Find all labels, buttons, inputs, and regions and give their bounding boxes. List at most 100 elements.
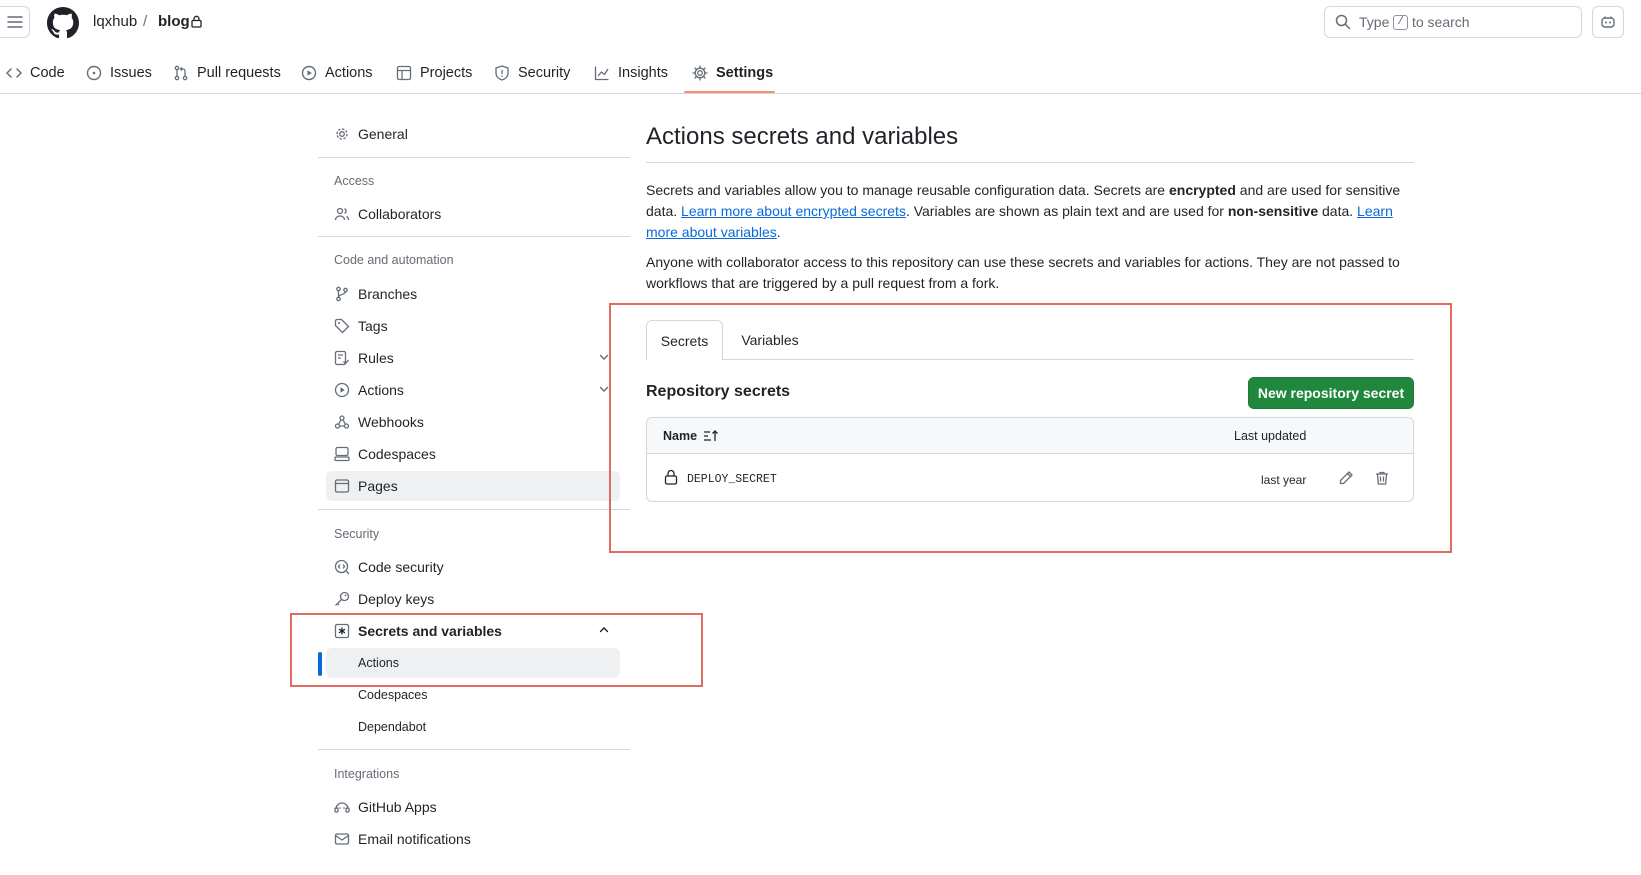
sidebar-item-general[interactable]: General (326, 119, 620, 149)
tab-insights[interactable]: Insights (594, 52, 668, 94)
description-emphasis: non-sensitive (1227, 203, 1319, 219)
play-icon (334, 382, 350, 398)
copilot-button[interactable] (1592, 6, 1624, 38)
issue-icon (86, 65, 102, 81)
webhook-icon (334, 415, 350, 429)
gear-icon (336, 128, 348, 140)
gear-icon (692, 65, 708, 81)
copilot-icon (1601, 16, 1615, 28)
branch-icon (336, 286, 348, 302)
sidebar-item-code-security[interactable]: Code security (326, 552, 620, 582)
tab-settings-label: Settings (716, 65, 774, 81)
breadcrumb-separator: / (143, 13, 148, 30)
sidebar-item-label: Webhooks (358, 414, 424, 430)
sidebar-item-label: Code security (358, 559, 444, 575)
codescan-icon (334, 559, 350, 575)
sidebar-item-email-notifications[interactable]: Email notifications (326, 824, 620, 854)
browser-icon (334, 479, 350, 493)
sidebar-item-label: GitHub Apps (358, 799, 437, 815)
tag-icon (334, 318, 350, 334)
tab-issues-label: Issues (110, 65, 152, 81)
description-text: . (776, 224, 781, 240)
tab-security[interactable]: Security (494, 52, 570, 94)
sidebar-divider (318, 749, 630, 750)
description-text: . Variables are shown as plain text and … (905, 203, 1228, 219)
sidebar-divider (318, 236, 630, 237)
menu-button[interactable] (0, 6, 30, 38)
sidebar-item-label: Tags (358, 318, 388, 334)
private-lock-icon (191, 15, 202, 28)
hamburger-icon (6, 16, 23, 28)
title-divider (646, 162, 1414, 163)
tab-pull-requests[interactable]: Pull requests (173, 52, 281, 94)
sidebar-item-github-apps[interactable]: GitHub Apps (326, 792, 620, 822)
sidebar-item-label: Collaborators (358, 206, 442, 222)
sidebar-heading-integrations: Integrations (334, 767, 400, 781)
mail-icon (334, 833, 350, 845)
sidebar-item-actions[interactable]: Actions (326, 375, 620, 405)
description-emphasis: encrypted (1168, 182, 1236, 198)
sidebar-divider (318, 509, 630, 510)
codespaces-icon (334, 446, 350, 462)
sidebar-item-rules[interactable]: Rules (326, 343, 620, 373)
sidebar-item-label: Actions (358, 382, 404, 398)
search-placeholder-prefix: Type (1359, 14, 1390, 30)
rules-icon (334, 350, 349, 366)
github-logo-icon[interactable] (47, 7, 79, 39)
tab-actions-label: Actions (325, 65, 373, 81)
description-text: Secrets and variables allow you to manag… (646, 182, 1169, 198)
tab-actions[interactable]: Actions (301, 52, 373, 94)
description-paragraph: Secrets and variables allow you to manag… (646, 180, 1414, 243)
sidebar-item-tags[interactable]: Tags (326, 311, 620, 341)
highlight-box-secrets-panel (609, 303, 1452, 553)
tab-projects-label: Projects (420, 65, 473, 81)
page-title: Actions secrets and variables (646, 123, 959, 150)
search-icon (1335, 14, 1351, 30)
apps-icon (334, 802, 350, 813)
search-placeholder-suffix: to search (1411, 14, 1470, 30)
key-icon (335, 591, 350, 606)
breadcrumb-repo[interactable]: blog (158, 13, 190, 30)
sidebar-item-label: Rules (358, 350, 394, 366)
shield-icon (495, 65, 509, 81)
repo-tabs: Code Issues Pull requests Actions Projec… (0, 52, 1641, 94)
search-input[interactable]: Type / to search (1324, 6, 1582, 38)
sidebar-item-label: Email notifications (358, 831, 471, 847)
sidebar-divider (318, 157, 630, 158)
sidebar-item-branches[interactable]: Branches (326, 279, 620, 309)
sidebar-item-label: Dependabot (358, 720, 427, 734)
highlight-box-sidebar-secrets (290, 613, 703, 687)
tab-projects[interactable]: Projects (396, 52, 472, 94)
sidebar-item-label: General (358, 126, 408, 142)
tab-issues[interactable]: Issues (86, 52, 152, 94)
top-bar: lqxhub / blog Type / to search (0, 0, 1641, 46)
sidebar-item-pages[interactable]: Pages (326, 471, 620, 501)
sidebar-subitem-dependabot[interactable]: Dependabot (326, 712, 620, 742)
repo-header: lqxhub / blog Type / to search Code Issu… (0, 0, 1641, 94)
sidebar-item-collaborators[interactable]: Collaborators (326, 199, 620, 229)
sidebar-item-label: Deploy keys (358, 591, 435, 607)
sidebar-item-webhooks[interactable]: Webhooks (326, 407, 620, 437)
tab-insights-label: Insights (618, 65, 668, 81)
tab-code[interactable]: Code (6, 52, 65, 94)
sidebar-item-codespaces[interactable]: Codespaces (326, 439, 620, 469)
pull-request-icon (174, 65, 188, 81)
learn-more-encrypted-secrets-link[interactable]: Learn more about encrypted secrets (681, 203, 906, 219)
tab-pull-requests-label: Pull requests (197, 65, 281, 81)
sidebar-heading-code-automation: Code and automation (334, 253, 454, 267)
sidebar-item-label: Codespaces (358, 688, 428, 702)
breadcrumb-owner[interactable]: lqxhub (93, 13, 137, 30)
play-icon (301, 65, 317, 81)
sidebar-heading-security: Security (334, 527, 380, 541)
active-tab-indicator (684, 91, 775, 93)
tab-settings[interactable]: Settings (692, 52, 773, 94)
sidebar-item-label: Branches (358, 286, 418, 302)
sidebar-item-label: Codespaces (358, 446, 436, 462)
search-shortcut-key: / (1393, 14, 1408, 30)
tab-security-label: Security (518, 65, 571, 81)
sidebar-item-label: Pages (358, 478, 398, 494)
table-icon (396, 65, 412, 81)
sidebar-item-deploy-keys[interactable]: Deploy keys (326, 584, 620, 614)
graph-icon (594, 66, 609, 81)
collaborator-note: Anyone with collaborator access to this … (646, 254, 1400, 291)
